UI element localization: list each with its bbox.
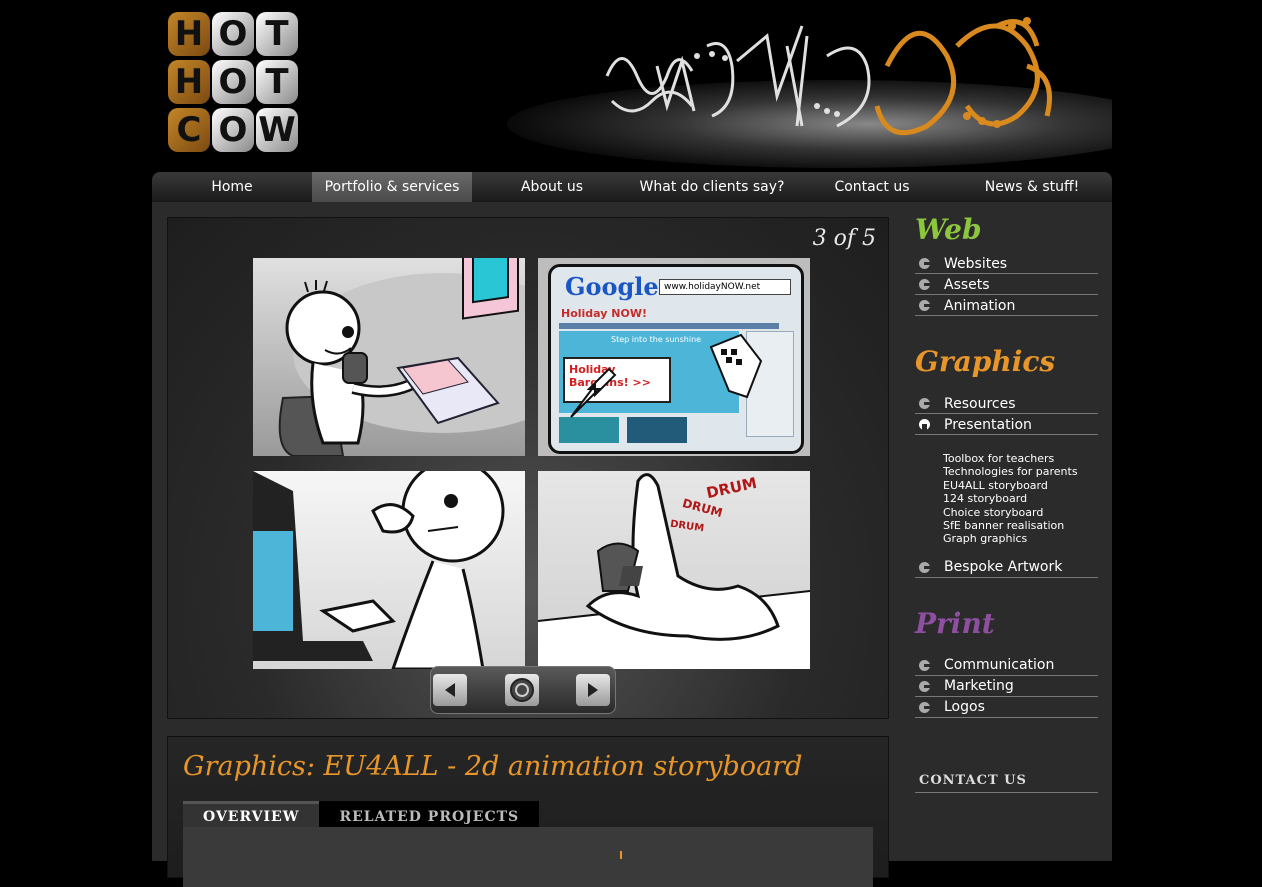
arrow-right-icon [588,683,598,697]
subitem-technologies-for-parents[interactable]: Technologies for parents [943,465,1098,478]
arrow-bullet-icon [919,258,930,269]
section-title-graphics: Graphics [915,345,1056,378]
subitem-graph-graphics[interactable]: Graph graphics [943,532,1098,545]
sidebar-item-marketing[interactable]: Marketing [915,677,1098,697]
sidebar-item-communication[interactable]: Communication [915,656,1098,676]
sidebar-item-presentation[interactable]: Presentation [915,415,1098,435]
sidebar-item-label: Communication [944,657,1055,674]
logo-letter: H [168,60,210,104]
arrow-bullet-icon [919,561,930,573]
rewind-circle-icon [510,678,534,702]
pause-play-button[interactable] [505,674,539,706]
arrow-bullet-icon [919,659,930,671]
header-artwork [507,17,1112,168]
arrow-bullet-icon [919,279,930,290]
storyboard-panel-2: Google www.holidayNOW.net Holiday NOW! S… [538,258,810,456]
slide-counter: 3 of 5 [812,226,876,251]
tab-related-projects[interactable]: RELATED PROJECTS [319,801,540,830]
sidebar-item-bespoke-artwork[interactable]: Bespoke Artwork [915,558,1098,578]
nav-portfolio-services[interactable]: Portfolio & services [312,172,472,202]
logo-letter: W [256,108,298,152]
browser-illustration: Google www.holidayNOW.net Holiday NOW! S… [548,264,804,454]
section-title-web: Web [915,213,982,246]
main-navigation: Home Portfolio & services About us What … [152,172,1112,202]
logo-letter: O [212,60,254,104]
project-title: Graphics: EU4ALL - 2d animation storyboa… [183,751,803,782]
previous-button[interactable] [433,674,467,706]
storyboard-viewer: 3 of 5 Google www.holidayNOW.net Holiday… [167,217,889,719]
portfolio-sidebar: Web Websites Assets Animation Graphics R… [915,202,1098,793]
project-info: Graphics: EU4ALL - 2d animation storyboa… [167,736,889,887]
project-tabs: OVERVIEW RELATED PROJECTS [183,801,540,830]
arrow-bullet-icon [919,398,930,409]
section-title-print: Print [915,606,995,640]
sidebar-item-label: Bespoke Artwork [944,559,1063,576]
sidebar-item-label: Presentation [944,416,1032,433]
sidebar-item-logos[interactable]: Logos [915,698,1098,718]
arrow-bullet-icon [919,701,930,713]
expanded-bullet-icon [919,419,930,430]
subitem-124-storyboard[interactable]: 124 storyboard [943,492,1098,505]
cursor-icons [570,333,763,418]
subitem-toolbox-for-teachers[interactable]: Toolbox for teachers [943,452,1098,465]
tab-content [183,827,873,887]
logo-letter: O [212,12,254,56]
nav-about-us[interactable]: About us [472,172,632,202]
next-button[interactable] [576,674,610,706]
subitem-sfe-banner-realisation[interactable]: SfE banner realisation [943,519,1098,532]
sidebar-item-animation[interactable]: Animation [915,296,1098,316]
sidebar-item-label: Marketing [944,678,1014,695]
logo-letter: H [168,12,210,56]
nav-contact-us[interactable]: Contact us [792,172,952,202]
subitem-choice-storyboard[interactable]: Choice storyboard [943,506,1098,519]
nav-news[interactable]: News & stuff! [952,172,1112,202]
arrow-bullet-icon [919,300,930,311]
storyboard-panel-1 [253,258,525,456]
storyboard-panel-3 [253,471,525,669]
sidebar-item-label: Resources [944,395,1016,412]
accent-mark [620,851,622,859]
arrow-bullet-icon [919,680,930,692]
subitem-eu4all-storyboard[interactable]: EU4ALL storyboard [943,479,1098,492]
sidebar-item-resources[interactable]: Resources [915,394,1098,414]
sidebar-item-websites[interactable]: Websites [915,254,1098,274]
nav-client-testimonials[interactable]: What do clients say? [632,172,792,202]
logo-letter: C [168,108,210,152]
sidebar-item-label: Logos [944,699,985,716]
sidebar-item-assets[interactable]: Assets [915,275,1098,295]
logo-letter: T [256,12,298,56]
slideshow-controls [430,666,616,714]
logo-letter: T [256,60,298,104]
page: H O T H O T C O W Home Portfolio & servi… [152,0,1112,887]
logo-letter: O [212,108,254,152]
arrow-left-icon [445,683,455,697]
sidebar-item-label: Animation [944,297,1016,314]
tab-overview[interactable]: OVERVIEW [183,801,320,830]
nav-home[interactable]: Home [152,172,312,202]
sidebar-item-label: Websites [944,255,1008,272]
presentation-sublist: Toolbox for teachers Technologies for pa… [915,436,1098,558]
storyboard-panel-4: DRUM DRUM DRUM [538,471,810,669]
contact-us-link[interactable]: CONTACT US [915,770,1098,793]
sidebar-item-label: Assets [944,276,990,293]
content-area: 3 of 5 Google www.holidayNOW.net Holiday… [152,202,1112,887]
site-logo[interactable]: H O T H O T C O W [168,12,300,160]
